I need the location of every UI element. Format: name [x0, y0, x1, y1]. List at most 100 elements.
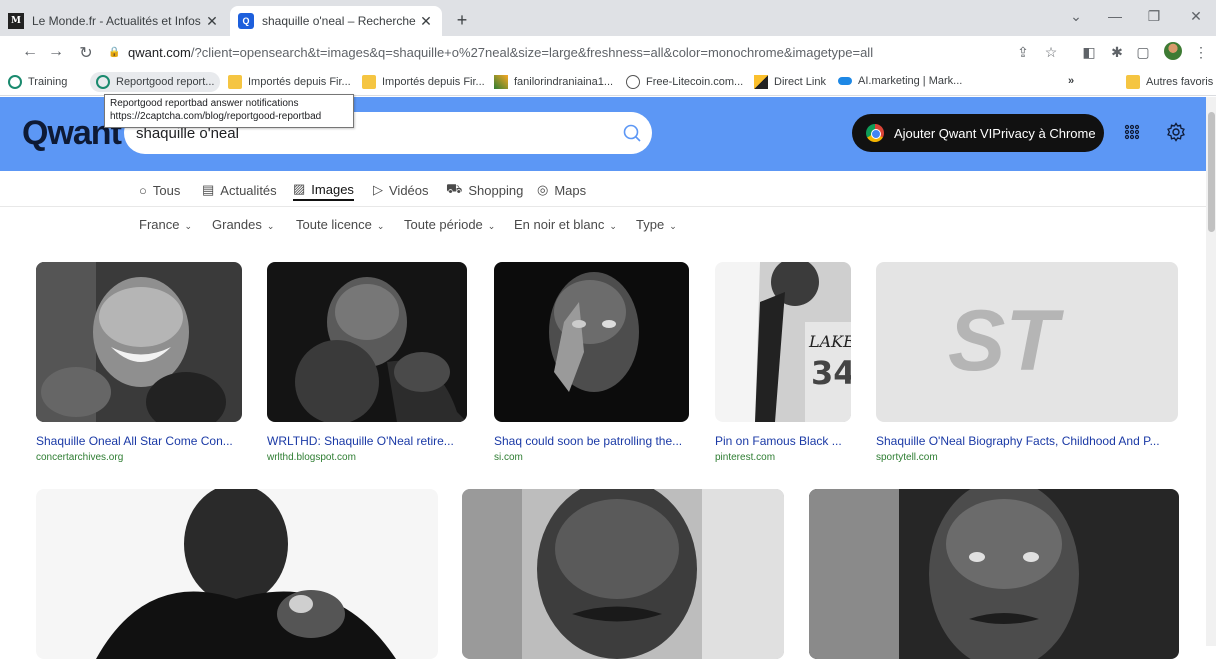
add-extension-button[interactable]: Ajouter Qwant VIPrivacy à Chrome [852, 114, 1104, 152]
folder-icon [1126, 75, 1140, 89]
bookmark-label: AI.marketing | Mark... [858, 75, 963, 87]
bookmark-item[interactable]: Importés depuis Fir... [228, 75, 351, 89]
bookmark-item[interactable]: AI.marketing | Mark... [838, 75, 962, 87]
bookmark-favicon-icon [8, 75, 22, 89]
search-icon: ○ [139, 182, 147, 198]
tab-all[interactable]: ○ Tous [139, 179, 180, 201]
tab-videos[interactable]: ▷ Vidéos [373, 179, 429, 201]
image-result[interactable]: LAKER 34 Pin on Famous Black ... pintere… [715, 262, 855, 468]
bookmark-item[interactable]: Importés depuis Fir... [362, 75, 485, 89]
close-tab-icon[interactable]: ✕ [418, 13, 434, 30]
tab-maps[interactable]: ◎ Maps [537, 179, 586, 201]
filter-license[interactable]: Toute licence ⌄ [296, 217, 384, 232]
news-icon: ▤ [202, 182, 215, 197]
image-result[interactable]: Shaq could soon be patrolling the... si.… [494, 262, 694, 468]
new-tab-button[interactable]: + [450, 10, 474, 31]
tab-news[interactable]: ▤ Actualités [202, 179, 277, 201]
map-pin-icon: ◎ [537, 182, 549, 197]
bookmarks-bar: Training Reportgood report... Importés d… [0, 68, 1216, 96]
filter-region[interactable]: France ⌄ [139, 217, 192, 232]
browser-tab-lemonde[interactable]: M Le Monde.fr - Actualités et Infos ✕ [0, 6, 228, 36]
sportytell-logo: ST [948, 293, 1064, 389]
share-icon[interactable]: ⇪ [1014, 44, 1032, 61]
star-icon[interactable]: ☆ [1042, 44, 1060, 61]
bookmark-tooltip: Reportgood reportbad answer notification… [104, 94, 354, 128]
profile-avatar[interactable] [1164, 42, 1182, 60]
image-result[interactable] [462, 489, 784, 659]
tab-title: Le Monde.fr - Actualités et Infos [32, 14, 201, 28]
cart-icon: ⛟ [446, 181, 463, 196]
image-result[interactable]: ST Shaquille O'Neal Biography Facts, Chi… [876, 262, 1182, 468]
bookmark-item[interactable]: Free-Litecoin.com... [626, 75, 743, 89]
filter-label: France [139, 217, 180, 232]
tab-search-icon[interactable]: ⌄ [1064, 8, 1088, 25]
bookmark-label: fanilorindraniaina1... [514, 76, 614, 88]
lock-icon: 🔒 [108, 46, 121, 58]
forward-icon[interactable]: → [46, 43, 66, 61]
result-thumbnail[interactable] [36, 489, 438, 659]
filter-type[interactable]: Type ⌄ [636, 217, 677, 232]
tab-label: Actualités [220, 182, 277, 198]
result-source: si.com [494, 452, 523, 463]
image-icon: ▨ [293, 181, 306, 196]
filter-period[interactable]: Toute période ⌄ [404, 217, 495, 232]
restore-button[interactable]: ❐ [1142, 8, 1166, 25]
filter-label: En noir et blanc [514, 217, 605, 232]
bookmark-item[interactable]: Direct Link [754, 75, 826, 89]
bookmark-item[interactable]: fanilorindraniaina1... [494, 75, 613, 89]
result-thumbnail[interactable] [494, 262, 689, 422]
result-title[interactable]: Shaquille Oneal All Star Come Con... [36, 434, 246, 448]
menu-icon[interactable]: ⋮ [1192, 44, 1210, 61]
result-thumbnail[interactable] [809, 489, 1179, 659]
filter-label: Grandes [212, 217, 262, 232]
bookmarks-overflow-button[interactable]: » [1068, 75, 1074, 87]
image-result[interactable]: Shaquille Oneal All Star Come Con... con… [36, 262, 242, 468]
scrollbar-thumb[interactable] [1208, 112, 1215, 232]
bookmark-favicon-icon [838, 77, 852, 85]
result-source: wrlthd.blogspot.com [267, 452, 356, 463]
close-window-button[interactable]: ✕ [1184, 8, 1208, 25]
filter-size[interactable]: Grandes ⌄ [212, 217, 274, 232]
close-tab-icon[interactable]: ✕ [204, 13, 220, 30]
tab-label: Images [311, 181, 354, 197]
bookmark-favicon-icon [96, 75, 110, 89]
image-result[interactable] [809, 489, 1179, 659]
tab-label: Maps [554, 182, 587, 198]
minimize-button[interactable]: — [1103, 8, 1127, 24]
reload-icon[interactable]: ↻ [76, 43, 96, 63]
filter-color[interactable]: En noir et blanc ⌄ [514, 217, 617, 232]
extension-icon[interactable]: ◧ [1080, 44, 1098, 61]
result-thumbnail[interactable] [462, 489, 784, 659]
result-title[interactable]: Shaq could soon be patrolling the... [494, 434, 690, 448]
puzzle-icon[interactable]: ✱ [1108, 44, 1126, 61]
tab-label: Shopping [468, 182, 524, 198]
other-bookmarks-folder[interactable]: Autres favoris [1126, 75, 1213, 89]
apps-grid-icon[interactable] [1124, 124, 1140, 140]
browser-tab-qwant[interactable]: Q shaquille o'neal – Recherche Qwa ✕ [230, 6, 442, 36]
bookmark-item[interactable]: Reportgood report... [90, 72, 221, 92]
sidepanel-icon[interactable]: ▢ [1134, 44, 1152, 61]
address-bar[interactable]: 🔒 qwant.com /?client=opensearch&t=images… [108, 39, 1008, 65]
result-thumbnail[interactable] [36, 262, 242, 422]
tooltip-title: Reportgood reportbad answer notification… [110, 98, 299, 109]
browser-tabstrip: M Le Monde.fr - Actualités et Infos ✕ Q … [0, 0, 1216, 36]
chevron-down-icon: ⌄ [184, 221, 193, 231]
result-thumbnail[interactable]: LAKER 34 [715, 262, 851, 422]
result-thumbnail[interactable] [267, 262, 467, 422]
result-title[interactable]: WRLTHD: Shaquille O'Neal retire... [267, 434, 467, 448]
bookmark-favicon-icon [754, 75, 768, 89]
image-result[interactable] [36, 489, 438, 659]
tab-shopping[interactable]: ⛟ Shopping [446, 179, 523, 201]
search-icon[interactable] [612, 113, 652, 153]
result-title[interactable]: Pin on Famous Black ... [715, 434, 853, 448]
result-thumbnail[interactable]: ST [876, 262, 1178, 422]
chevron-down-icon: ⌄ [669, 221, 677, 231]
gear-icon[interactable] [1166, 122, 1186, 142]
bookmark-item[interactable]: Training [8, 75, 67, 89]
image-result[interactable]: WRLTHD: Shaquille O'Neal retire... wrlth… [267, 262, 469, 468]
bookmark-favicon-icon [494, 75, 508, 89]
tab-images[interactable]: ▨ Images [293, 179, 354, 201]
result-title[interactable]: Shaquille O'Neal Biography Facts, Childh… [876, 434, 1180, 448]
bookmark-label: Autres favoris [1146, 76, 1214, 88]
back-icon[interactable]: ← [20, 43, 40, 61]
